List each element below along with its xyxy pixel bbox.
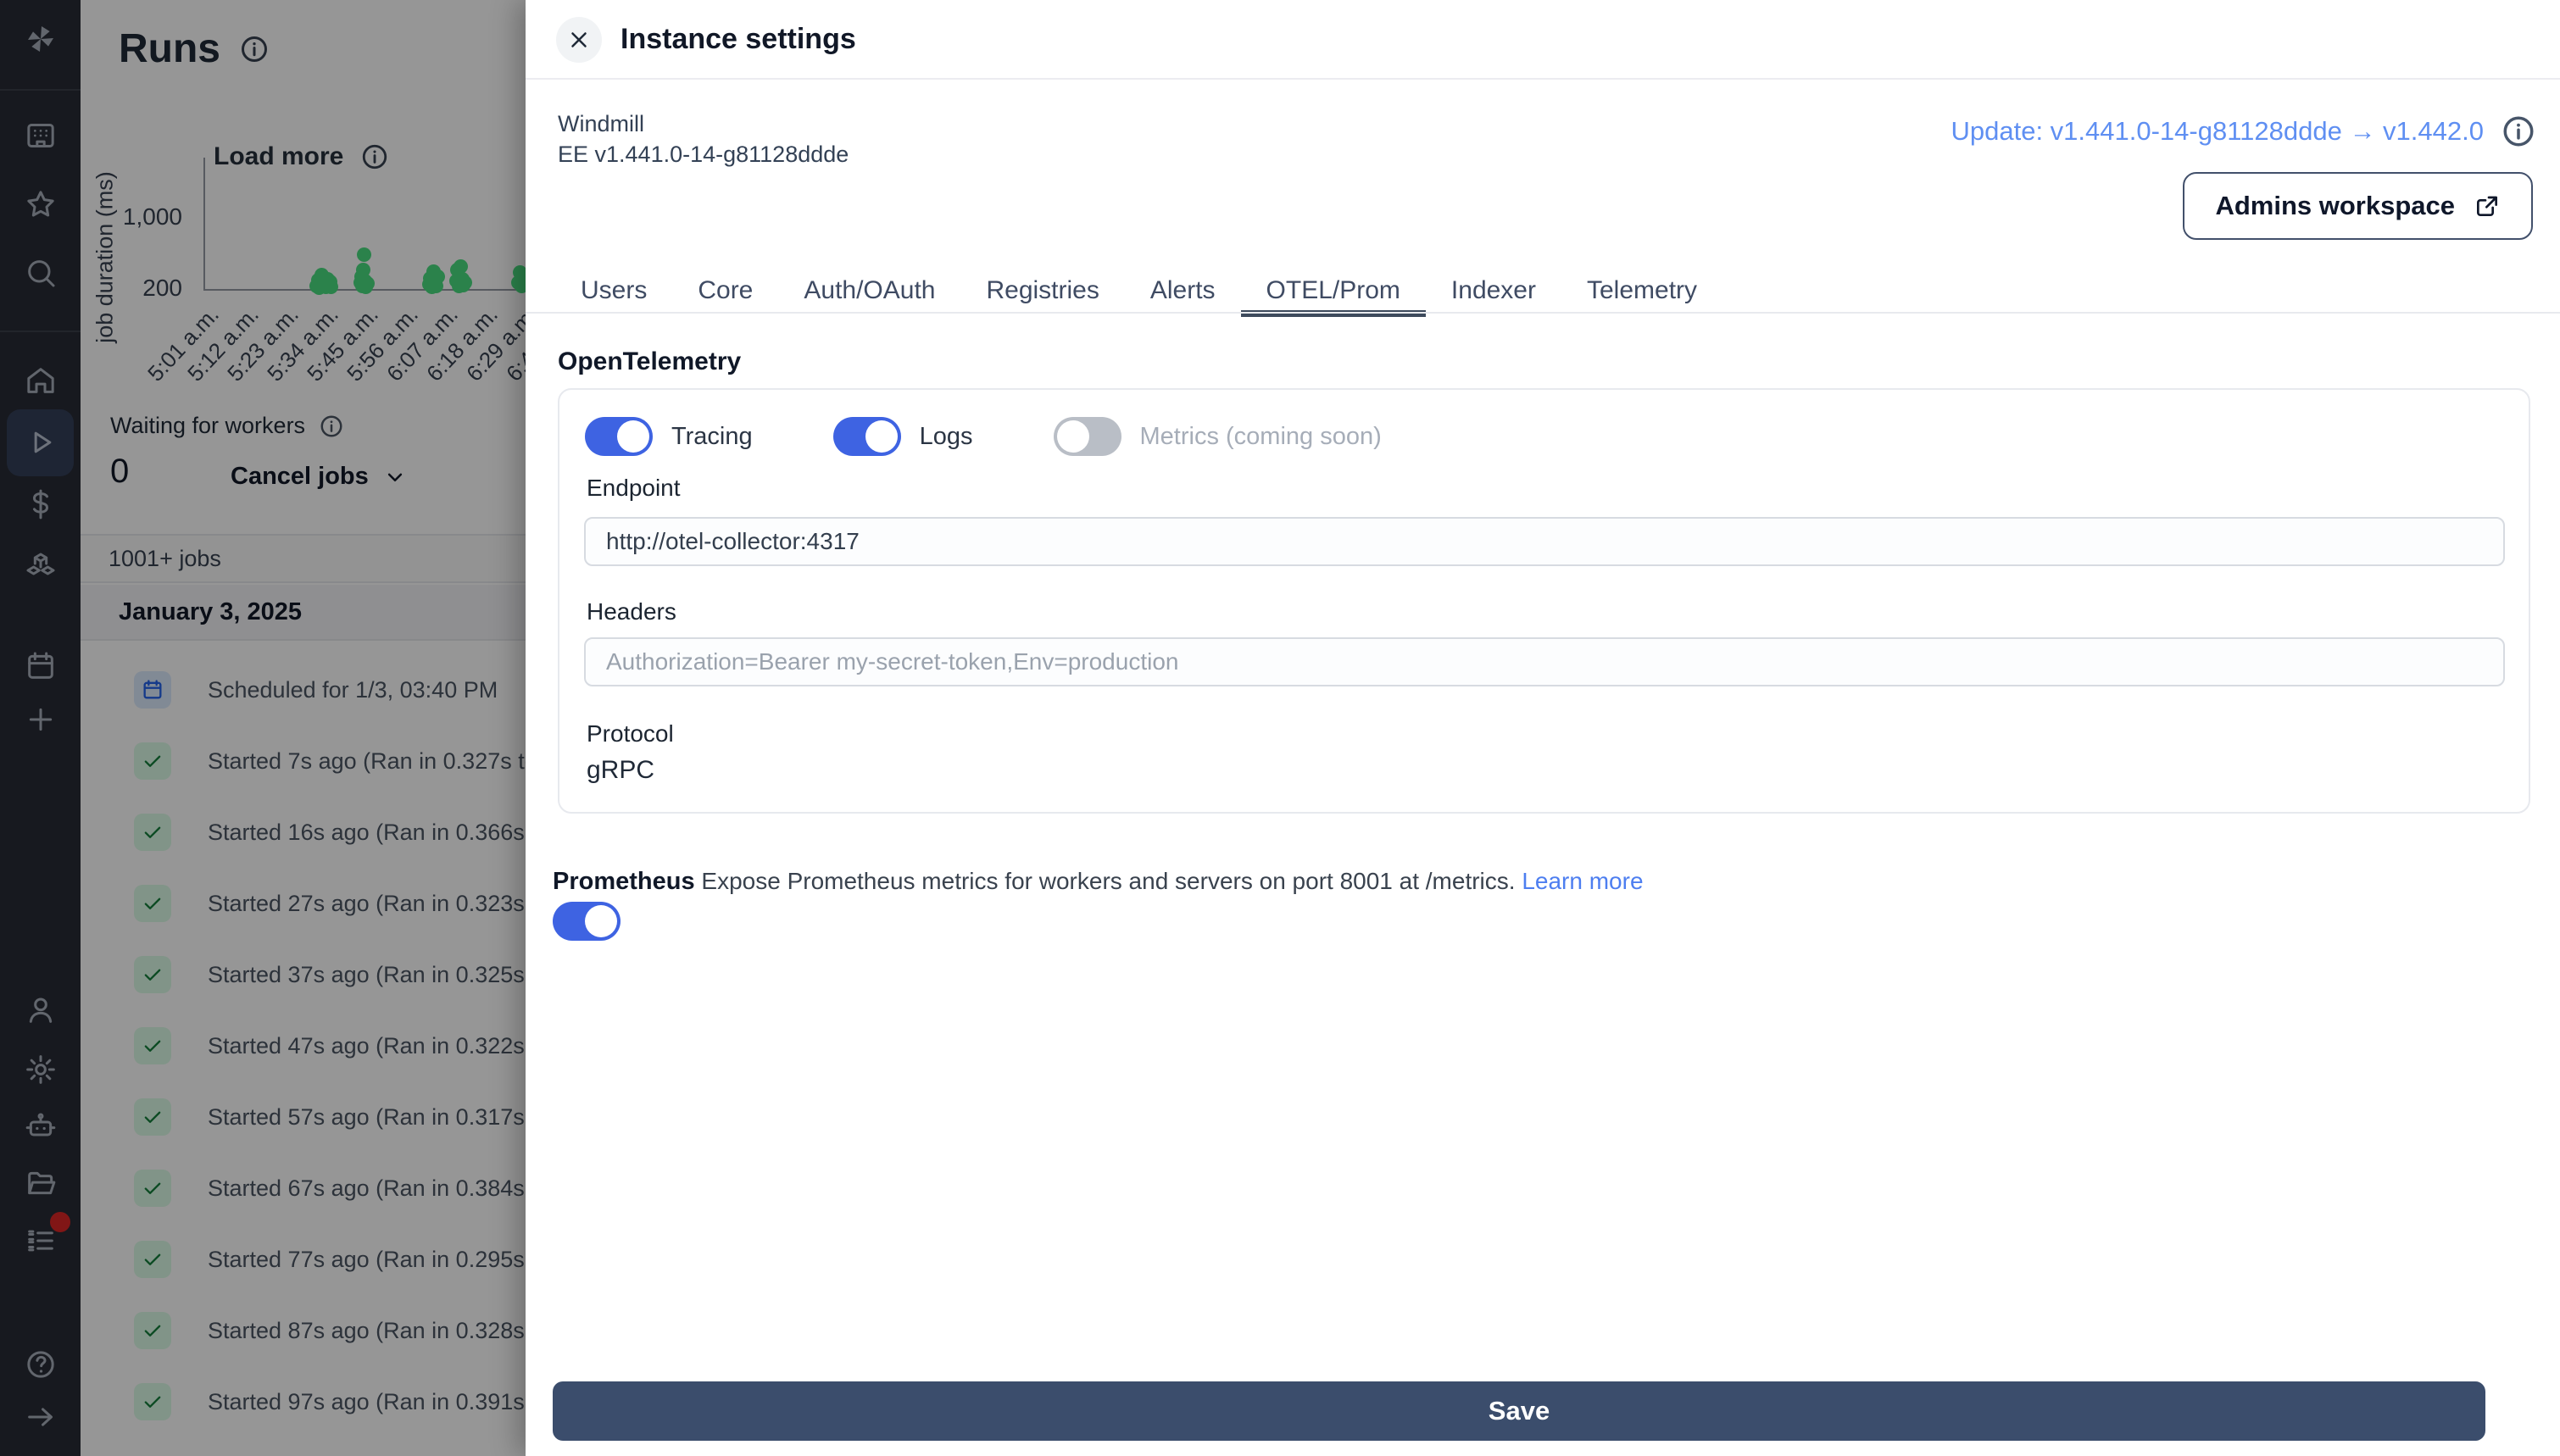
prometheus-description: Expose Prometheus metrics for workers an… bbox=[701, 868, 1516, 894]
info-icon bbox=[2501, 114, 2536, 149]
tab-core[interactable]: Core bbox=[672, 276, 778, 317]
admins-workspace-label: Admins workspace bbox=[2215, 191, 2455, 220]
app-name: Windmill bbox=[558, 111, 645, 136]
tab-registries[interactable]: Registries bbox=[960, 276, 1124, 317]
tab-indexer[interactable]: Indexer bbox=[1426, 276, 1561, 317]
endpoint-input[interactable] bbox=[584, 517, 2505, 566]
tracing-toggle[interactable] bbox=[585, 417, 653, 456]
version-text: EE v1.441.0-14-g81128ddde bbox=[558, 142, 849, 167]
toggle-label: Logs bbox=[919, 422, 973, 450]
version-block: Windmill EE v1.441.0-14-g81128ddde bbox=[558, 108, 849, 169]
update-link[interactable]: Update: v1.441.0-14-g81128ddde → v1.442.… bbox=[1951, 116, 2484, 147]
metrics-coming-soon--toggle bbox=[1053, 417, 1121, 456]
external-link-icon bbox=[2474, 192, 2501, 220]
settings-tabs: Users Core Auth/OAuth Registries Alerts OTEL/… bbox=[555, 276, 1722, 317]
screen: Runs Load more job duration (ms) 1,000 2… bbox=[0, 0, 2560, 1456]
prometheus-learn-more-link[interactable]: Learn more bbox=[1522, 868, 1643, 894]
protocol-value: gRPC bbox=[587, 756, 655, 784]
tab-users[interactable]: Users bbox=[555, 276, 672, 317]
headers-input[interactable] bbox=[584, 637, 2505, 686]
tabs-divider bbox=[526, 312, 2560, 314]
toggle-label: Metrics (coming soon) bbox=[1139, 422, 1382, 450]
toggle-knob bbox=[865, 420, 898, 453]
tab-telemetry[interactable]: Telemetry bbox=[1561, 276, 1722, 317]
close-icon bbox=[566, 27, 592, 53]
tab-auth-oauth[interactable]: Auth/OAuth bbox=[778, 276, 960, 317]
opentelemetry-card: Tracing Logs Metrics (coming soon) Endpoin… bbox=[558, 388, 2530, 814]
tab-otel-prom[interactable]: OTEL/Prom bbox=[1240, 276, 1426, 317]
admins-workspace-button[interactable]: Admins workspace bbox=[2183, 172, 2533, 240]
tab-alerts[interactable]: Alerts bbox=[1125, 276, 1241, 317]
prometheus-toggle[interactable] bbox=[553, 902, 621, 941]
logs-toggle[interactable] bbox=[832, 417, 901, 456]
drawer-title: Instance settings bbox=[621, 23, 856, 55]
instance-settings-drawer: Instance settings Windmill EE v1.441.0-1… bbox=[526, 0, 2560, 1456]
close-button[interactable] bbox=[556, 17, 602, 63]
toggle-label: Tracing bbox=[671, 422, 753, 450]
protocol-label: Protocol bbox=[587, 720, 674, 747]
endpoint-label: Endpoint bbox=[587, 475, 681, 501]
divider bbox=[526, 78, 2560, 80]
toggle-knob bbox=[1056, 420, 1089, 453]
prometheus-title: Prometheus bbox=[553, 868, 695, 895]
toggle-knob bbox=[617, 420, 649, 453]
opentelemetry-heading: OpenTelemetry bbox=[558, 347, 742, 375]
headers-label: Headers bbox=[587, 598, 676, 625]
save-button[interactable]: Save bbox=[553, 1381, 2485, 1441]
